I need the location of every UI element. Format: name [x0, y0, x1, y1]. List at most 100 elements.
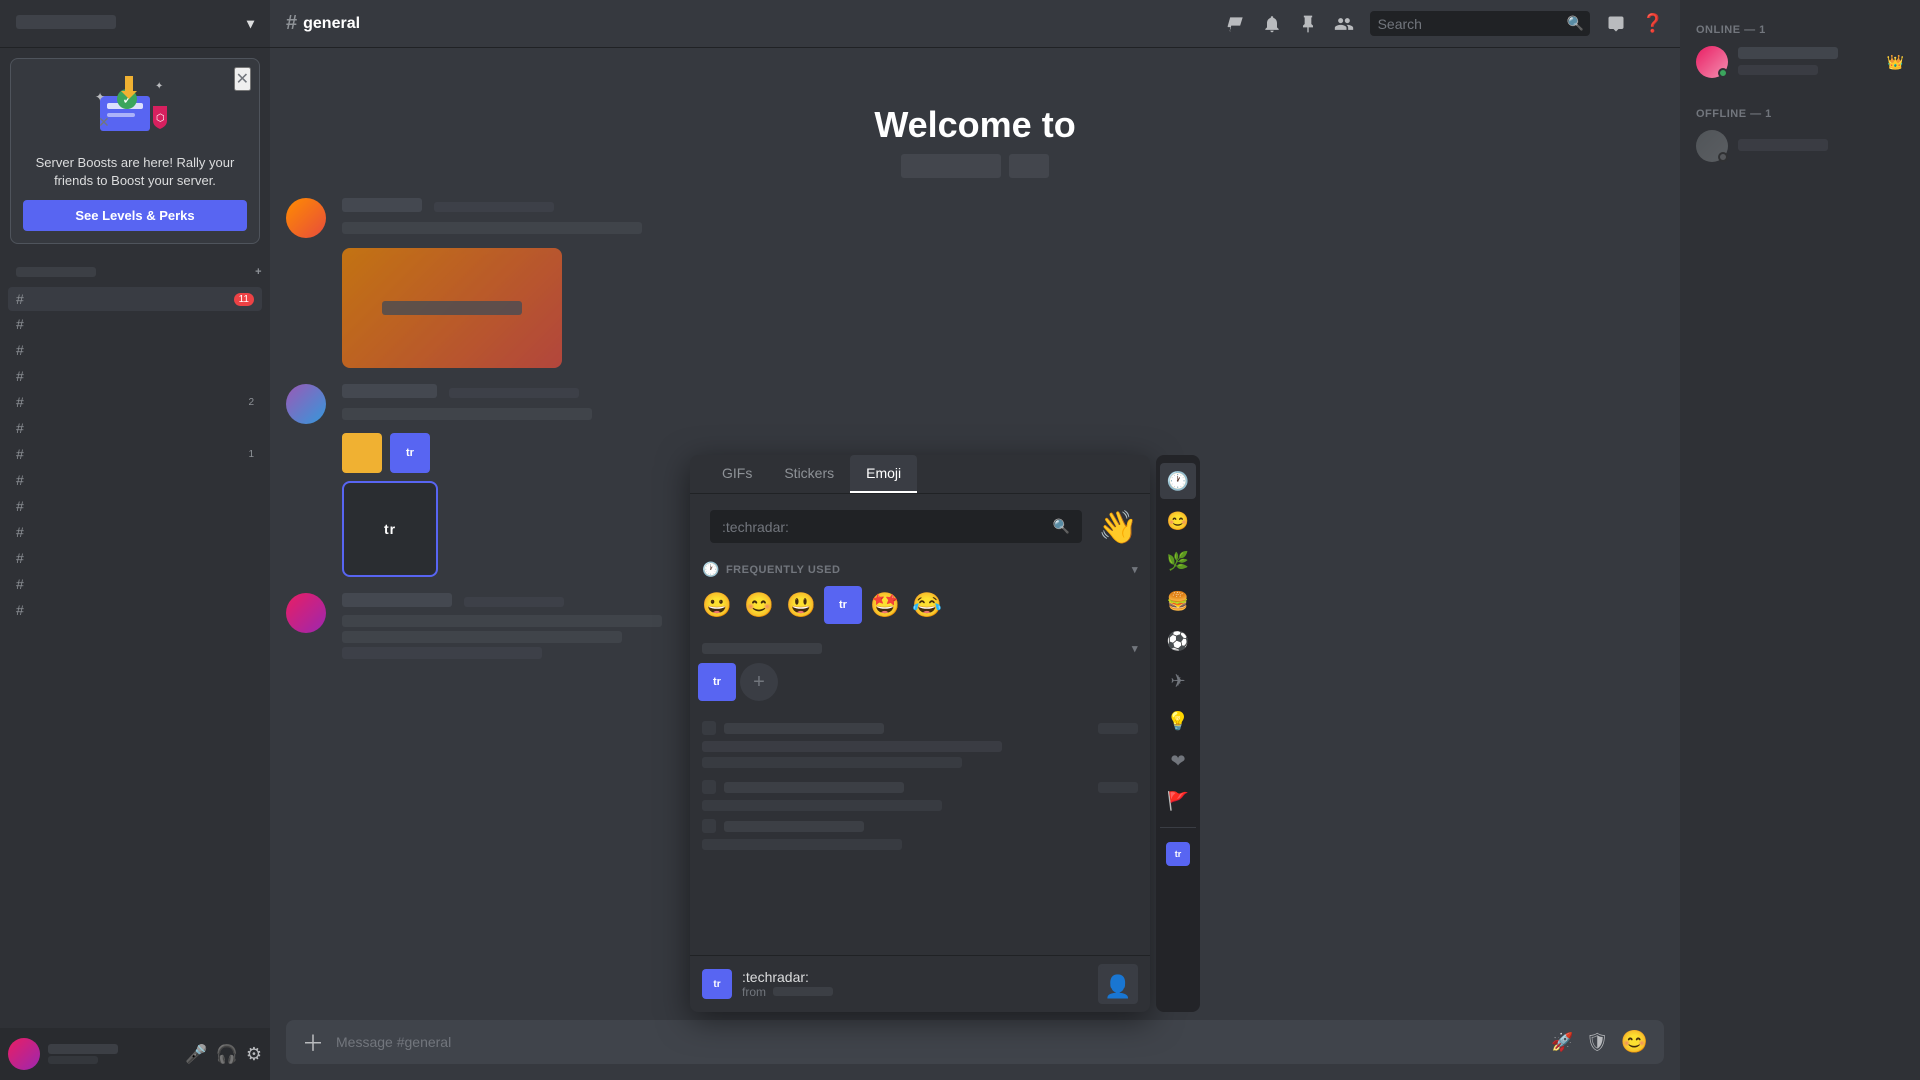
- emoji-info-preview: 👤: [1098, 964, 1138, 1004]
- list-item[interactable]: # 1: [8, 442, 262, 466]
- emoji-item[interactable]: 😊: [740, 586, 778, 624]
- svg-text:✦: ✦: [95, 90, 105, 104]
- nav-activity-icon[interactable]: ⚽: [1160, 623, 1196, 659]
- hash-icon: #: [16, 446, 24, 462]
- gift-icon[interactable]: 🚀: [1551, 1029, 1573, 1055]
- emoji-search-icon: 🔍: [1053, 518, 1070, 535]
- list-item[interactable]: #: [8, 364, 262, 388]
- nav-symbols-icon[interactable]: ❤: [1160, 743, 1196, 779]
- gif-icon[interactable]: 🛡: [1586, 1029, 1609, 1055]
- tab-gifs[interactable]: GIFs: [706, 455, 768, 493]
- list-item[interactable]: #: [8, 416, 262, 440]
- message-input[interactable]: [336, 1034, 1539, 1050]
- hash-icon: #: [16, 394, 24, 410]
- see-levels-perks-button[interactable]: See Levels & Perks: [23, 200, 247, 231]
- list-item[interactable]: #: [8, 468, 262, 492]
- member-item-online[interactable]: 👑: [1688, 40, 1912, 84]
- list-item[interactable]: # 2: [8, 390, 262, 414]
- list-item[interactable]: #: [8, 520, 262, 544]
- list-item[interactable]: #: [8, 572, 262, 596]
- topbar-actions: 🔍 ❓: [1226, 11, 1664, 36]
- sidebar: ▾ ✕ ✓ ⬡ ✦ ✦ ✕: [0, 0, 270, 1080]
- nav-objects-icon[interactable]: 💡: [1160, 703, 1196, 739]
- help-icon[interactable]: ❓: [1642, 13, 1664, 34]
- nav-person-icon[interactable]: 😊: [1160, 503, 1196, 539]
- emoji-item[interactable]: 😂: [908, 586, 946, 624]
- chevron-down-icon[interactable]: ▾: [1132, 642, 1138, 655]
- avatar: [286, 593, 326, 633]
- list-item[interactable]: #: [8, 598, 262, 622]
- svg-text:✦: ✦: [155, 81, 163, 92]
- nav-clock-icon[interactable]: 🕐: [1160, 463, 1196, 499]
- emoji-picker-overlay: GIFs Stickers Emoji 🔍 👋 🕐 FREQUENTLY USE…: [690, 455, 1200, 1012]
- welcome-banner: Welcome to: [286, 64, 1664, 198]
- threads-icon[interactable]: [1226, 14, 1246, 34]
- add-emoji-button[interactable]: +: [740, 663, 778, 701]
- offline-section-header: OFFLINE — 1: [1688, 100, 1912, 124]
- message-text: [342, 615, 662, 659]
- member-info: [1738, 138, 1828, 154]
- pin-icon[interactable]: [1298, 14, 1318, 34]
- hash-icon: #: [16, 342, 24, 358]
- nav-travel-icon[interactable]: ✈: [1160, 663, 1196, 699]
- boost-text: Server Boosts are here! Rally your frien…: [23, 154, 247, 190]
- hash-icon: #: [16, 524, 24, 540]
- list-item[interactable]: #: [8, 546, 262, 570]
- message-content: [342, 198, 642, 368]
- add-attachment-icon[interactable]: ＋: [302, 1026, 324, 1058]
- chevron-down-icon[interactable]: ▾: [1132, 563, 1138, 576]
- emoji-search-input[interactable]: [722, 519, 1053, 535]
- close-button[interactable]: ✕: [234, 67, 251, 91]
- emoji-item[interactable]: 😀: [698, 586, 736, 624]
- inbox-icon[interactable]: [1606, 14, 1626, 34]
- svg-text:⬡: ⬡: [156, 113, 165, 124]
- nav-food-icon[interactable]: 🍔: [1160, 583, 1196, 619]
- list-item[interactable]: #: [8, 312, 262, 336]
- hash-icon: #: [16, 576, 24, 592]
- emoji-info-bar: tr :techradar: from 👤: [690, 955, 1150, 1012]
- emoji-sidebar-nav: 🕐 😊 🌿 🍔 ⚽ ✈ 💡 ❤ 🚩 tr: [1156, 455, 1200, 1012]
- custom-emoji-tr-server[interactable]: tr: [698, 663, 736, 701]
- server-header[interactable]: ▾: [0, 0, 270, 48]
- emoji-item[interactable]: 🤩: [866, 586, 904, 624]
- channel-name-label: general: [303, 15, 360, 33]
- members-icon[interactable]: [1334, 14, 1354, 34]
- tab-emoji[interactable]: Emoji: [850, 455, 917, 493]
- search-box[interactable]: 🔍: [1370, 11, 1590, 36]
- boost-illustration: ✓ ⬡ ✦ ✦ ✕: [23, 71, 247, 144]
- channel-item-general[interactable]: # 11: [8, 287, 262, 311]
- svg-text:✕: ✕: [98, 114, 110, 130]
- topbar: # general 🔍 ❓: [270, 0, 1680, 48]
- emoji-item[interactable]: 😃: [782, 586, 820, 624]
- list-item[interactable]: #: [8, 494, 262, 518]
- notification-icon[interactable]: [1262, 14, 1282, 34]
- hash-icon: #: [16, 368, 24, 384]
- boost-panel: ✕ ✓ ⬡ ✦ ✦ ✕ Serve: [10, 58, 260, 244]
- chat-input-wrapper: ＋ 🚀 🛡 😊: [286, 1020, 1664, 1064]
- hash-symbol: #: [286, 12, 297, 35]
- tab-stickers[interactable]: Stickers: [768, 455, 850, 493]
- emoji-scroll-area[interactable]: 🕐 FREQUENTLY USED ▾ 😀 😊 😃 tr 🤩 😂 ▾: [690, 555, 1150, 955]
- search-input[interactable]: [1378, 16, 1559, 32]
- member-item-offline[interactable]: [1688, 124, 1912, 168]
- emoji-icon[interactable]: 😊: [1621, 1029, 1648, 1055]
- list-item[interactable]: #: [8, 338, 262, 362]
- nav-flags-icon[interactable]: 🚩: [1160, 783, 1196, 819]
- avatar: [286, 384, 326, 424]
- blurred-section-3: [690, 815, 1150, 854]
- welcome-title: Welcome to: [286, 104, 1664, 146]
- microphone-icon[interactable]: 🎤: [185, 1044, 207, 1065]
- add-channel-icon[interactable]: +: [255, 266, 262, 278]
- headphones-icon[interactable]: 🎧: [215, 1044, 237, 1065]
- hash-icon: #: [16, 602, 24, 618]
- emoji-search-bar[interactable]: 🔍: [710, 510, 1082, 543]
- waving-hand-emoji[interactable]: 👋: [1098, 508, 1138, 546]
- search-icon: 🔍: [1567, 15, 1584, 32]
- nav-nature-icon[interactable]: 🌿: [1160, 543, 1196, 579]
- chevron-down-icon[interactable]: ▾: [247, 15, 254, 32]
- custom-emoji-tr[interactable]: tr: [824, 586, 862, 624]
- right-sidebar: ONLINE — 1 👑 OFFLINE — 1: [1680, 0, 1920, 1080]
- nav-face-icon[interactable]: tr: [1160, 836, 1196, 872]
- settings-icon[interactable]: ⚙: [246, 1044, 262, 1065]
- message-group: [286, 198, 1664, 368]
